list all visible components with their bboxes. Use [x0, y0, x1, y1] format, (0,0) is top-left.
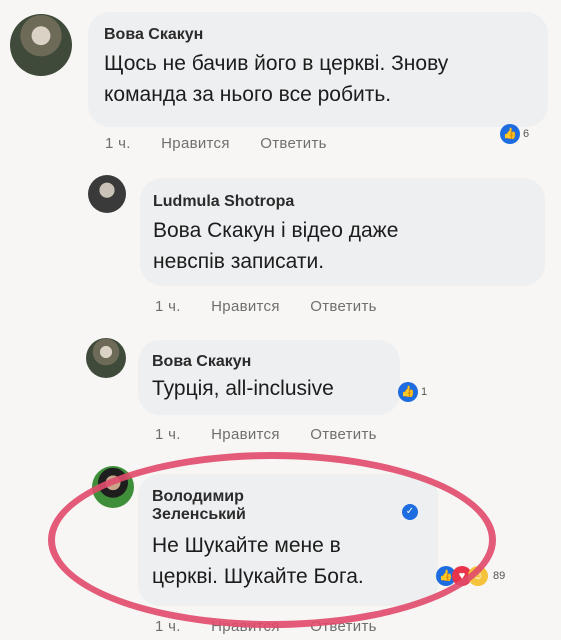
like-link[interactable]: Нравится [211, 618, 280, 635]
thumbs-up-icon: 👍 [500, 124, 520, 144]
comment-actions: 1 ч. Нравится Ответить [155, 426, 403, 443]
comment-actions: 1 ч. Нравится Ответить [155, 618, 403, 635]
reply-link[interactable]: Ответить [260, 135, 327, 152]
comment-text: церкві. Шукайте Бога. [152, 565, 364, 588]
timestamp[interactable]: 1 ч. [155, 618, 181, 635]
comment-author[interactable]: Зеленський [152, 506, 246, 523]
comment-author[interactable]: Ludmula Shotropa [153, 193, 398, 211]
comment-author[interactable]: Вова Скакун [152, 353, 334, 371]
reply-link[interactable]: Ответить [310, 618, 377, 635]
comment-text: Не Шукайте мене в [152, 534, 341, 557]
reply-link[interactable]: Ответить [310, 426, 377, 443]
verified-badge-icon: ✓ [402, 504, 418, 520]
timestamp[interactable]: 1 ч. [155, 426, 181, 443]
comment-author-line2: Зеленський [152, 506, 364, 524]
comment-text: Турція, all-inclusive [152, 377, 334, 400]
like-link[interactable]: Нравится [211, 298, 280, 315]
avatar[interactable] [86, 338, 126, 378]
timestamp[interactable]: 1 ч. [105, 135, 131, 152]
comment-text: невспів записати. [153, 250, 325, 273]
timestamp[interactable]: 1 ч. [155, 298, 181, 315]
avatar[interactable] [10, 14, 72, 76]
reaction-count[interactable]: 👍 ♥ ☺ 89 [436, 566, 505, 586]
reaction-count[interactable]: 👍 6 [500, 124, 529, 144]
avatar[interactable] [92, 466, 134, 508]
avatar[interactable] [88, 175, 126, 213]
comment-bubble: Ludmula Shotropa Вова Скакун і відео даж… [140, 178, 545, 286]
like-link[interactable]: Нравится [161, 135, 230, 152]
comment-actions: 1 ч. Нравится Ответить [105, 135, 353, 152]
comment-actions: 1 ч. Нравится Ответить [155, 298, 403, 315]
comment-bubble: Вова Скакун Щось не бачив його в церкві.… [88, 12, 548, 127]
comment-text: команда за нього все робить. [104, 83, 392, 106]
thumbs-up-icon: 👍 [398, 382, 418, 402]
comment-author[interactable]: Вова Скакун [104, 26, 448, 44]
comment-text: Вова Скакун і відео даже [153, 219, 399, 242]
laugh-icon: ☺ [468, 566, 488, 586]
comment-author[interactable]: Володимир [152, 488, 364, 506]
like-link[interactable]: Нравится [211, 426, 280, 443]
comment-bubble: Володимир Зеленський Не Шукайте мене в ц… [138, 474, 438, 606]
comment-bubble: Вова Скакун Турція, all-inclusive [138, 340, 400, 415]
reply-link[interactable]: Ответить [310, 298, 377, 315]
reaction-count[interactable]: 👍 1 [398, 382, 427, 402]
comment-text: Щось не бачив його в церкві. Знову [104, 52, 449, 75]
